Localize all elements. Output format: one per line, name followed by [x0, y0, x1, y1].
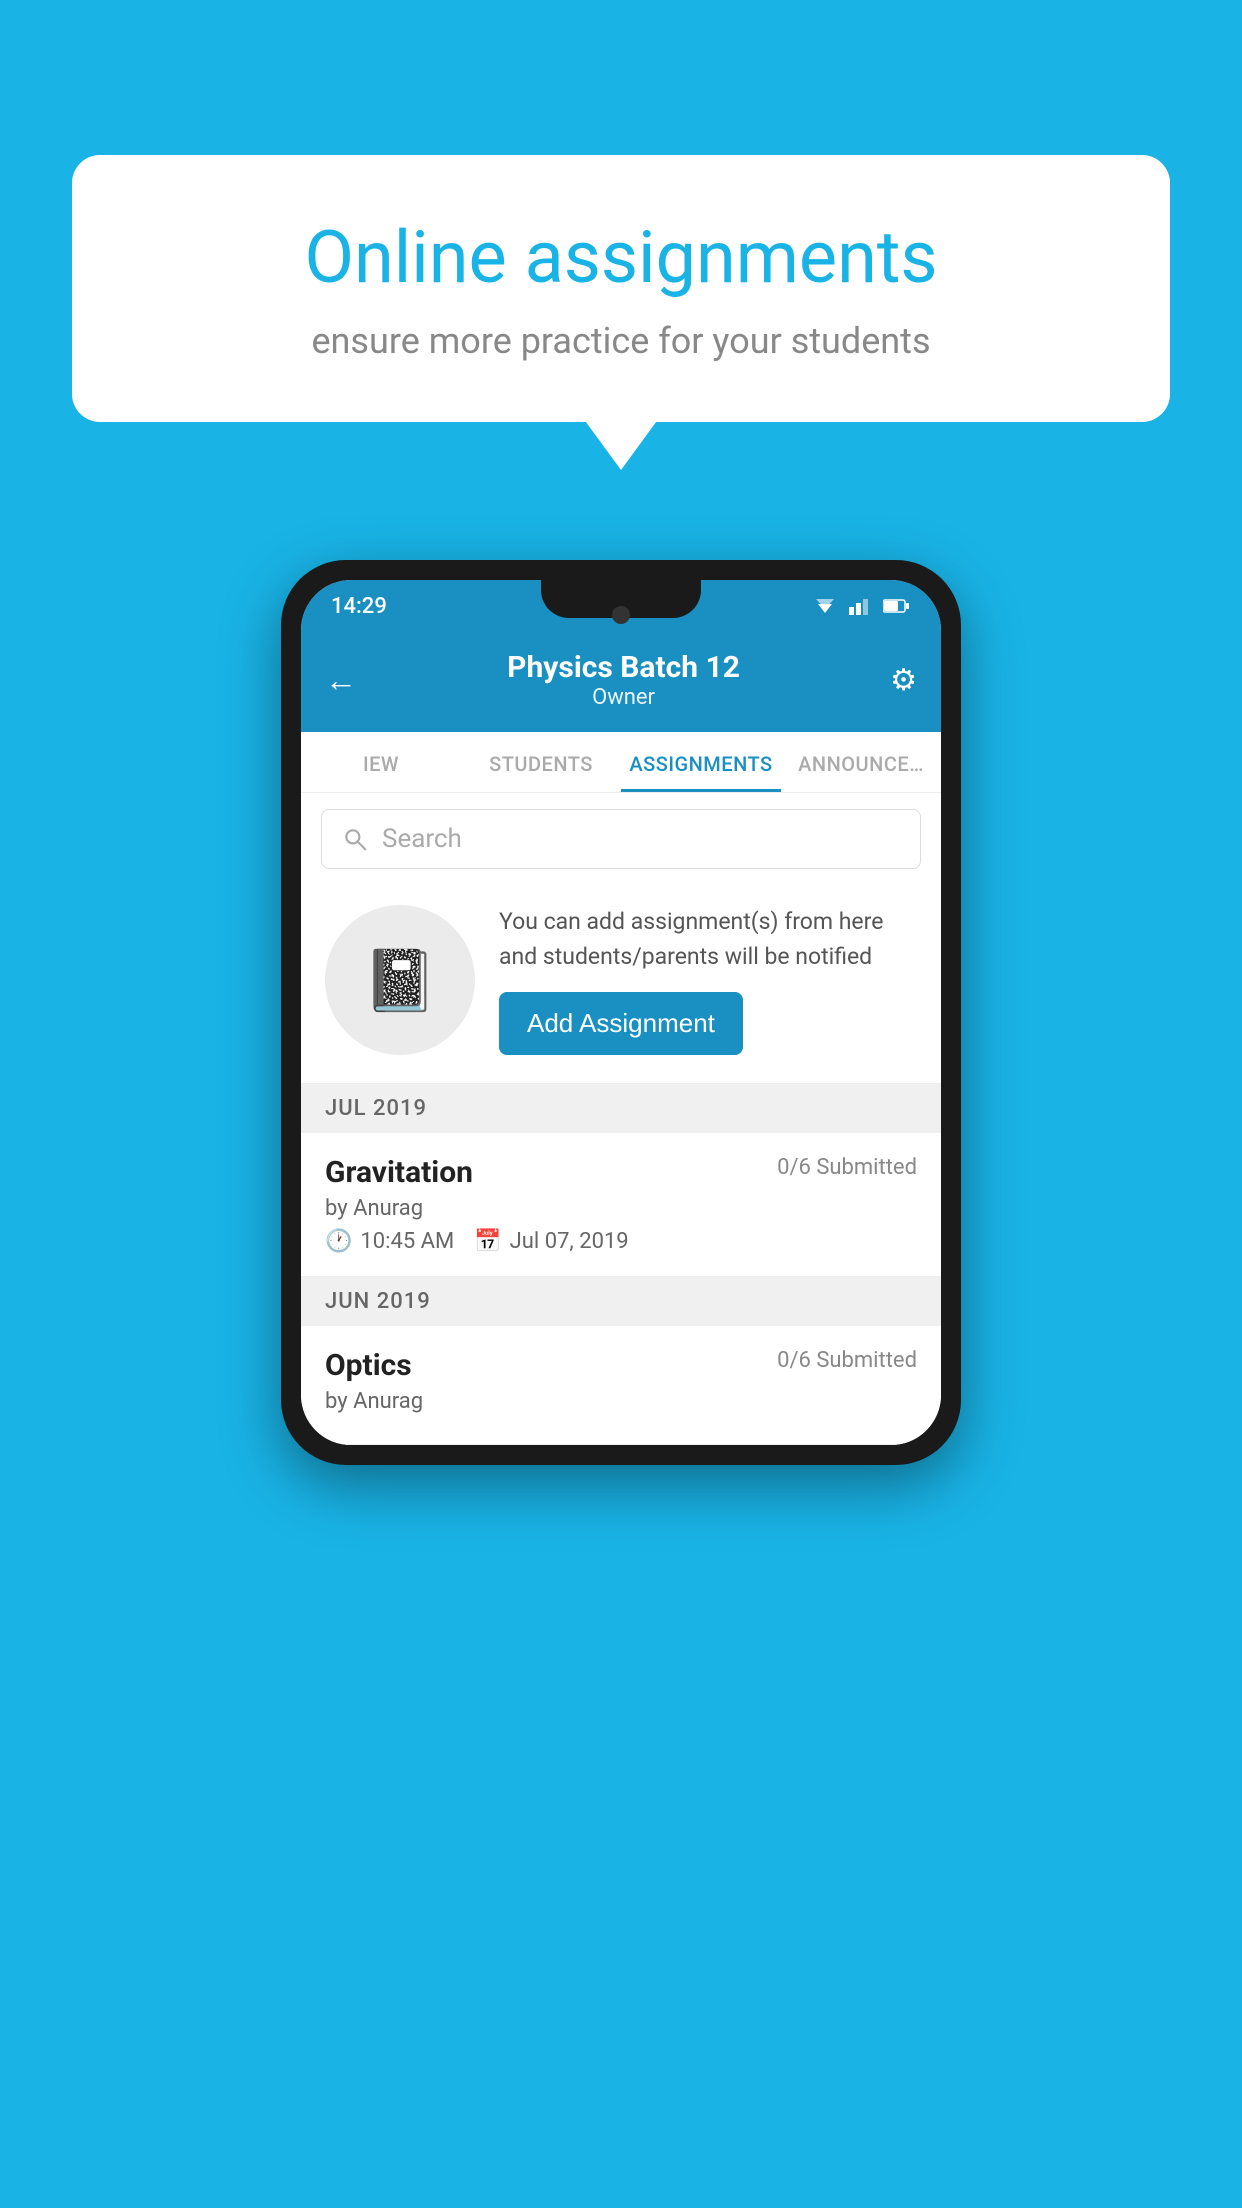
back-button[interactable]: ← — [325, 661, 357, 699]
clock-icon: 🕐 — [325, 1229, 352, 1254]
phone-notch — [541, 580, 701, 618]
month-separator-jun: JUN 2019 — [301, 1277, 941, 1326]
phone-screen: 14:29 — [301, 580, 941, 1445]
tab-assignments[interactable]: ASSIGNMENTS — [621, 732, 781, 792]
search-container: Search — [301, 793, 941, 885]
promo-right: You can add assignment(s) from here and … — [499, 905, 917, 1055]
speech-bubble: Online assignments ensure more practice … — [72, 155, 1170, 422]
month-separator-jul: JUL 2019 — [301, 1084, 941, 1133]
assignment-row1-optics: Optics 0/6 Submitted — [325, 1348, 917, 1383]
speech-bubble-title: Online assignments — [142, 215, 1100, 300]
status-time: 14:29 — [331, 594, 387, 619]
assignment-name-gravitation: Gravitation — [325, 1155, 473, 1190]
add-assignment-button[interactable]: Add Assignment — [499, 992, 743, 1055]
assignment-author-gravitation: by Anurag — [325, 1196, 917, 1221]
assignment-item-gravitation[interactable]: Gravitation 0/6 Submitted by Anurag 🕐 10… — [301, 1133, 941, 1277]
tab-iew[interactable]: IEW — [301, 732, 461, 792]
promo-icon-circle: 📓 — [325, 905, 475, 1055]
assignment-meta-gravitation: 🕐 10:45 AM 📅 Jul 07, 2019 — [325, 1229, 917, 1254]
notebook-icon: 📓 — [363, 945, 438, 1016]
battery-icon — [883, 597, 911, 615]
calendar-icon: 📅 — [474, 1229, 501, 1254]
header-subtitle: Owner — [507, 685, 740, 710]
date-meta: 📅 Jul 07, 2019 — [474, 1229, 628, 1254]
app-header: ← Physics Batch 12 Owner ⚙ — [301, 632, 941, 732]
promo-text: You can add assignment(s) from here and … — [499, 905, 917, 974]
assignment-time: 10:45 AM — [360, 1229, 454, 1254]
assignment-author-optics: by Anurag — [325, 1389, 917, 1414]
tab-students[interactable]: STUDENTS — [461, 732, 621, 792]
header-title: Physics Batch 12 — [507, 650, 740, 685]
phone-container: 14:29 — [281, 560, 961, 1465]
status-icons — [811, 597, 911, 615]
speech-bubble-container: Online assignments ensure more practice … — [72, 155, 1170, 422]
assignment-name-optics: Optics — [325, 1348, 412, 1383]
add-assignment-promo: 📓 You can add assignment(s) from here an… — [301, 885, 941, 1084]
speech-bubble-subtitle: ensure more practice for your students — [142, 320, 1100, 362]
assignment-date: Jul 07, 2019 — [510, 1229, 629, 1254]
header-title-block: Physics Batch 12 Owner — [507, 650, 740, 710]
assignment-row1: Gravitation 0/6 Submitted — [325, 1155, 917, 1190]
tab-announcements[interactable]: ANNOUNCE… — [781, 732, 941, 792]
signal-icon — [847, 597, 875, 615]
phone-frame: 14:29 — [281, 560, 961, 1465]
assignment-submitted-optics: 0/6 Submitted — [777, 1348, 917, 1373]
phone-camera — [612, 606, 630, 624]
wifi-icon — [811, 597, 839, 615]
search-icon — [342, 826, 368, 852]
assignment-submitted-gravitation: 0/6 Submitted — [777, 1155, 917, 1180]
assignment-item-optics[interactable]: Optics 0/6 Submitted by Anurag — [301, 1326, 941, 1445]
tabs-bar: IEW STUDENTS ASSIGNMENTS ANNOUNCE… — [301, 732, 941, 793]
search-input-wrap[interactable]: Search — [321, 809, 921, 869]
search-placeholder: Search — [382, 824, 462, 854]
time-meta: 🕐 10:45 AM — [325, 1229, 454, 1254]
settings-icon[interactable]: ⚙ — [890, 663, 917, 698]
